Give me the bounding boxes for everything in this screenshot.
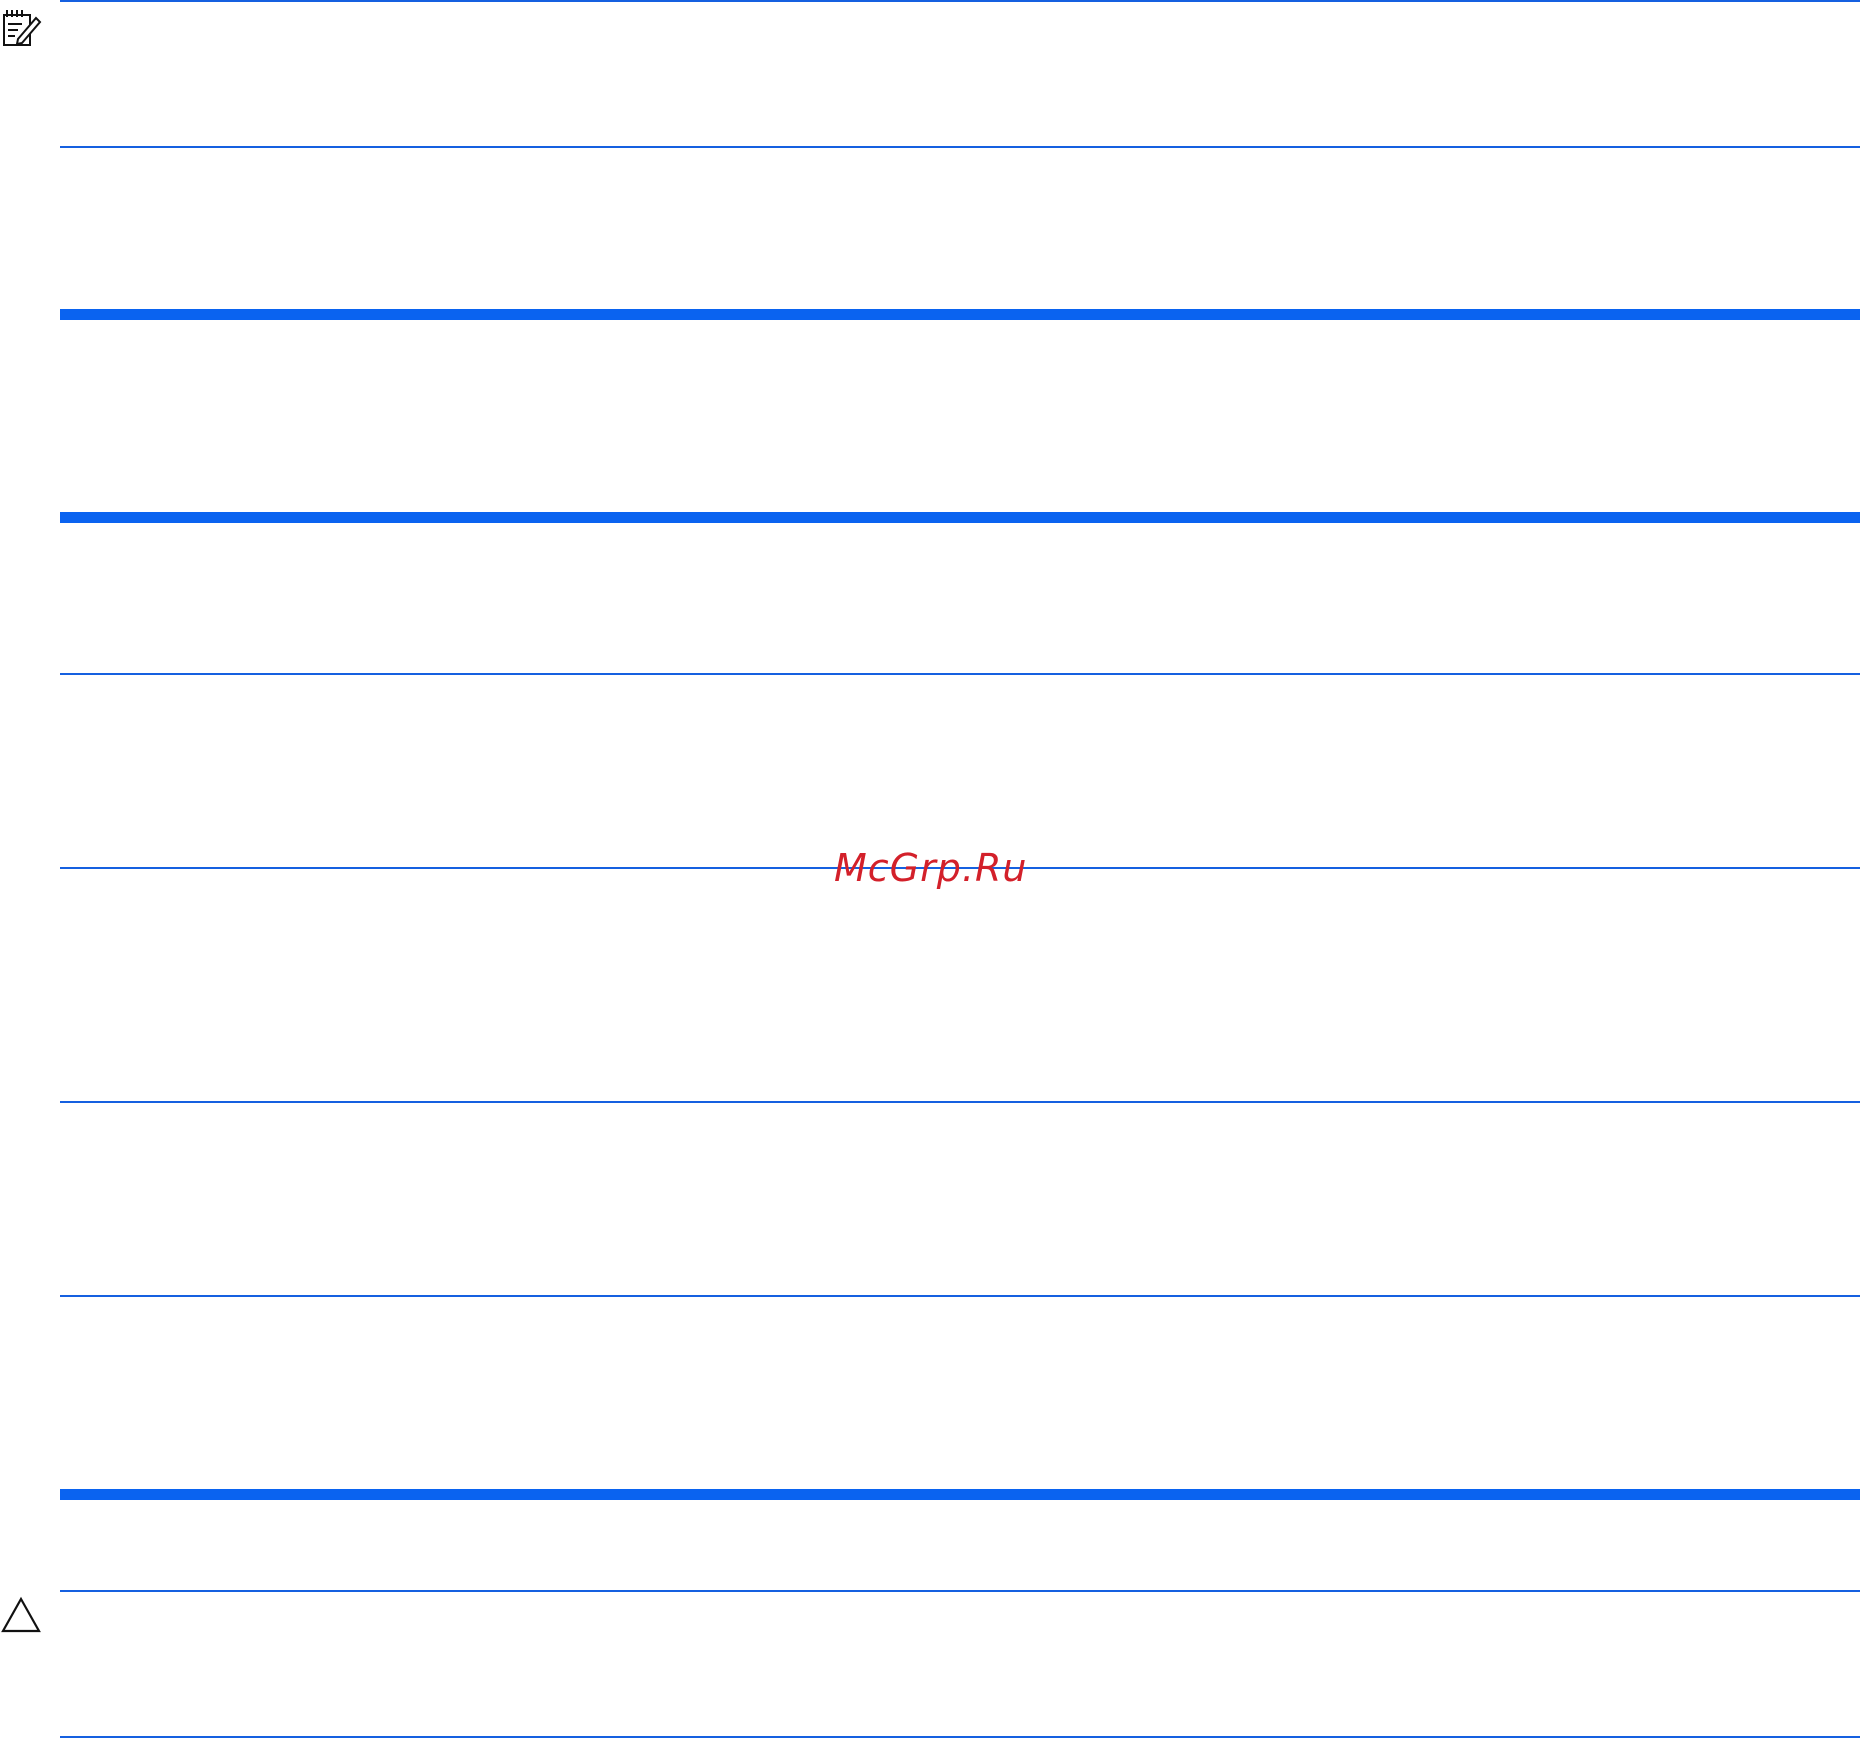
table-row-divider xyxy=(60,673,1860,675)
divider-rule xyxy=(60,0,1860,2)
watermark-text: McGrp.Ru xyxy=(834,846,1028,890)
caution-icon xyxy=(0,1596,42,1634)
divider-rule xyxy=(60,1590,1860,1592)
table-row-divider xyxy=(60,1295,1860,1297)
note-icon xyxy=(2,8,42,48)
table-header-rule-thick xyxy=(60,512,1860,523)
table-row-divider xyxy=(60,1101,1860,1103)
section-rule-thick xyxy=(60,309,1860,320)
table-bottom-rule-thick xyxy=(60,1489,1860,1500)
divider-rule xyxy=(60,146,1860,148)
